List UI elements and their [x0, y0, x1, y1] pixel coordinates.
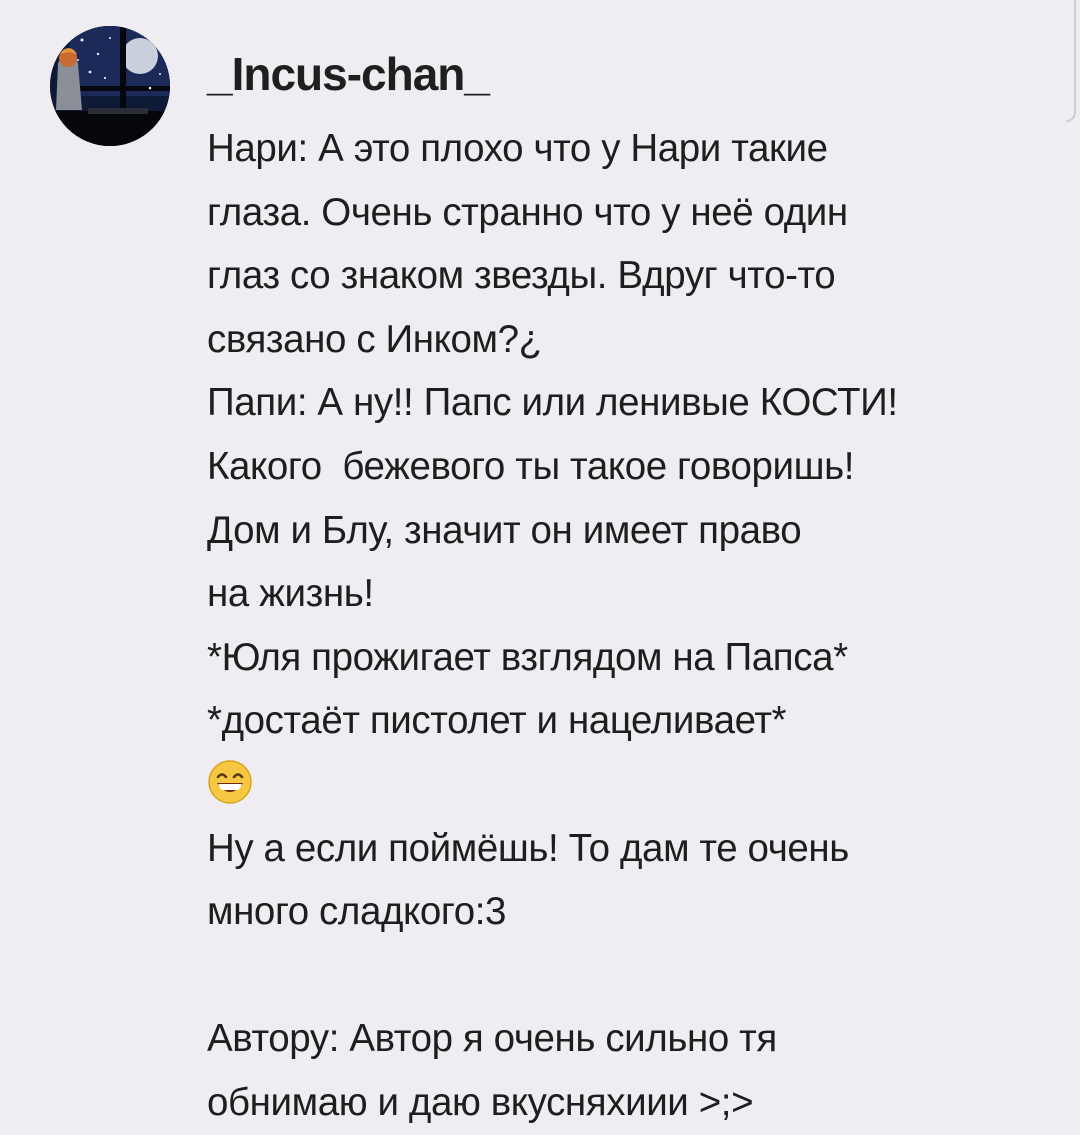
comment: _Incus-chan_ Нари: А это плохо что у Нар…: [0, 0, 1080, 1134]
comment-line: глаза. Очень странно что у неё один: [207, 190, 848, 234]
comment-body: Нари: А это плохо что у Нари такие глаза…: [207, 117, 1057, 1135]
comment-line: *Юля прожигает взглядом на Папса*: [207, 635, 848, 679]
avatar[interactable]: [50, 26, 170, 146]
comment-line: Дом и Блу, значит он имеет право: [207, 508, 802, 552]
scroll-indicator: [1066, 0, 1076, 122]
avatar-night-window-icon: [50, 26, 170, 146]
comment-line: Какого бежевого ты такое говоришь!: [207, 444, 855, 488]
emoji-line: [207, 753, 1057, 817]
comment-line: глаз со знаком звезды. Вдруг что-то: [207, 254, 836, 298]
comment-line: Папи: А ну!! Папс или ленивые КОСТИ!: [207, 381, 898, 425]
grinning-face-emoji-icon: [208, 760, 252, 804]
comment-line: обнимаю и даю вкусняхиии >;>: [207, 1080, 754, 1124]
comment-line: Нари: А это плохо что у Нари такие: [207, 127, 828, 170]
comment-line: на жизнь!: [207, 572, 374, 616]
comment-line: много сладкого:3: [207, 890, 507, 934]
comment-author[interactable]: _Incus-chan_: [207, 46, 490, 102]
comment-line: Ну а если поймёшь! То дам те очень: [207, 826, 849, 870]
comment-line: Автору: Автор я очень сильно тя: [207, 1017, 777, 1061]
comment-line: связано с Инком?¿: [207, 317, 542, 361]
comment-line: *достаёт пистолет и нацеливает*: [207, 699, 787, 743]
